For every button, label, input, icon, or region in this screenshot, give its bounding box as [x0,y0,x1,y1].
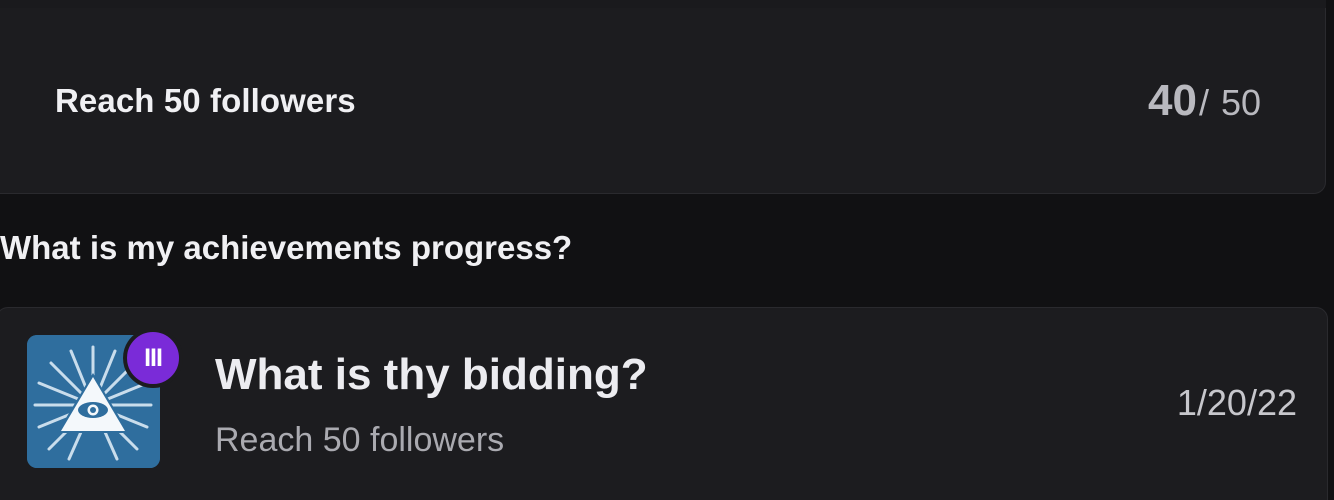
achievement-date: 1/20/22 [1176,382,1297,423]
tier-badge: III [123,328,183,388]
progress-title: Reach 50 followers [55,82,356,119]
progress-count: 40 / 50 [1148,76,1261,126]
achievement-card[interactable]: III What is thy bidding? Reach 50 follow… [0,307,1328,500]
progress-card[interactable]: Reach 50 followers 40 / 50 [0,8,1326,194]
section-heading: What is my achievements progress? [0,229,573,266]
progress-separator: / [1198,82,1209,123]
achievement-description: Reach 50 followers [215,421,505,459]
progress-current-value: 40 [1147,76,1197,125]
achievements-page: Reach 50 followers 40 / 50 What is my ac… [0,0,1334,500]
achievement-title: What is thy bidding? [215,350,648,399]
progress-target-value: 50 [1220,82,1261,123]
